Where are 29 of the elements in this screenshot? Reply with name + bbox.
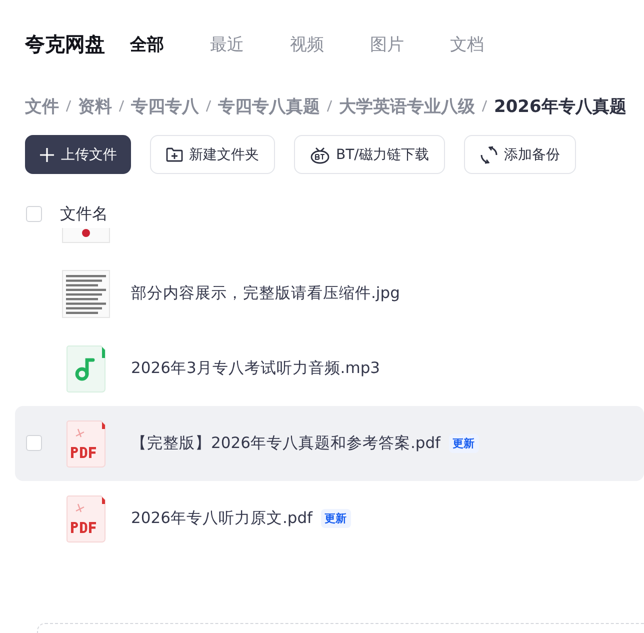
update-badge: 更新: [448, 434, 479, 453]
folder-plus-icon: [166, 147, 183, 162]
file-row-highlight[interactable]: 【完整版】2026年专八真题和参考答案.pdf 更新: [15, 406, 644, 481]
slash-separator-icon: [327, 100, 332, 112]
plus-icon: [39, 146, 55, 162]
update-badge: 更新: [320, 509, 351, 528]
pdf-file-icon: [66, 494, 106, 542]
breadcrumb-item[interactable]: 2026年专八真题: [494, 94, 626, 118]
logo: 夸克网盘: [25, 30, 105, 58]
nav-tab[interactable]: 全部: [130, 32, 164, 56]
bt-icon: [310, 146, 330, 164]
file-name[interactable]: 2026年3月专八考试听力音频.mp3: [131, 358, 380, 379]
add-backup-button[interactable]: 添加备份: [464, 135, 576, 174]
pdf-file-icon: [66, 420, 106, 468]
new-folder-button[interactable]: 新建文件夹: [150, 135, 275, 174]
slash-separator-icon: [66, 100, 71, 112]
select-all-checkbox[interactable]: [26, 206, 42, 222]
file-name[interactable]: 2026年专八听力原文.pdf: [131, 508, 313, 529]
sync-icon: [480, 146, 498, 164]
slash-separator-icon: [119, 100, 124, 112]
slash-separator-icon: [206, 100, 211, 112]
row-checkbox[interactable]: [26, 435, 42, 451]
slash-separator-icon: [482, 100, 487, 112]
column-header: 文件名: [60, 204, 108, 224]
file-name[interactable]: 【完整版】2026年专八真题和参考答案.pdf: [131, 433, 441, 454]
file-name[interactable]: 部分内容展示，完整版请看压缩件.jpg: [131, 283, 400, 304]
music-file-icon: [66, 344, 106, 392]
upload-button[interactable]: 上传文件: [25, 135, 131, 174]
bt-download-button[interactable]: BT/磁力链下载: [294, 135, 445, 174]
